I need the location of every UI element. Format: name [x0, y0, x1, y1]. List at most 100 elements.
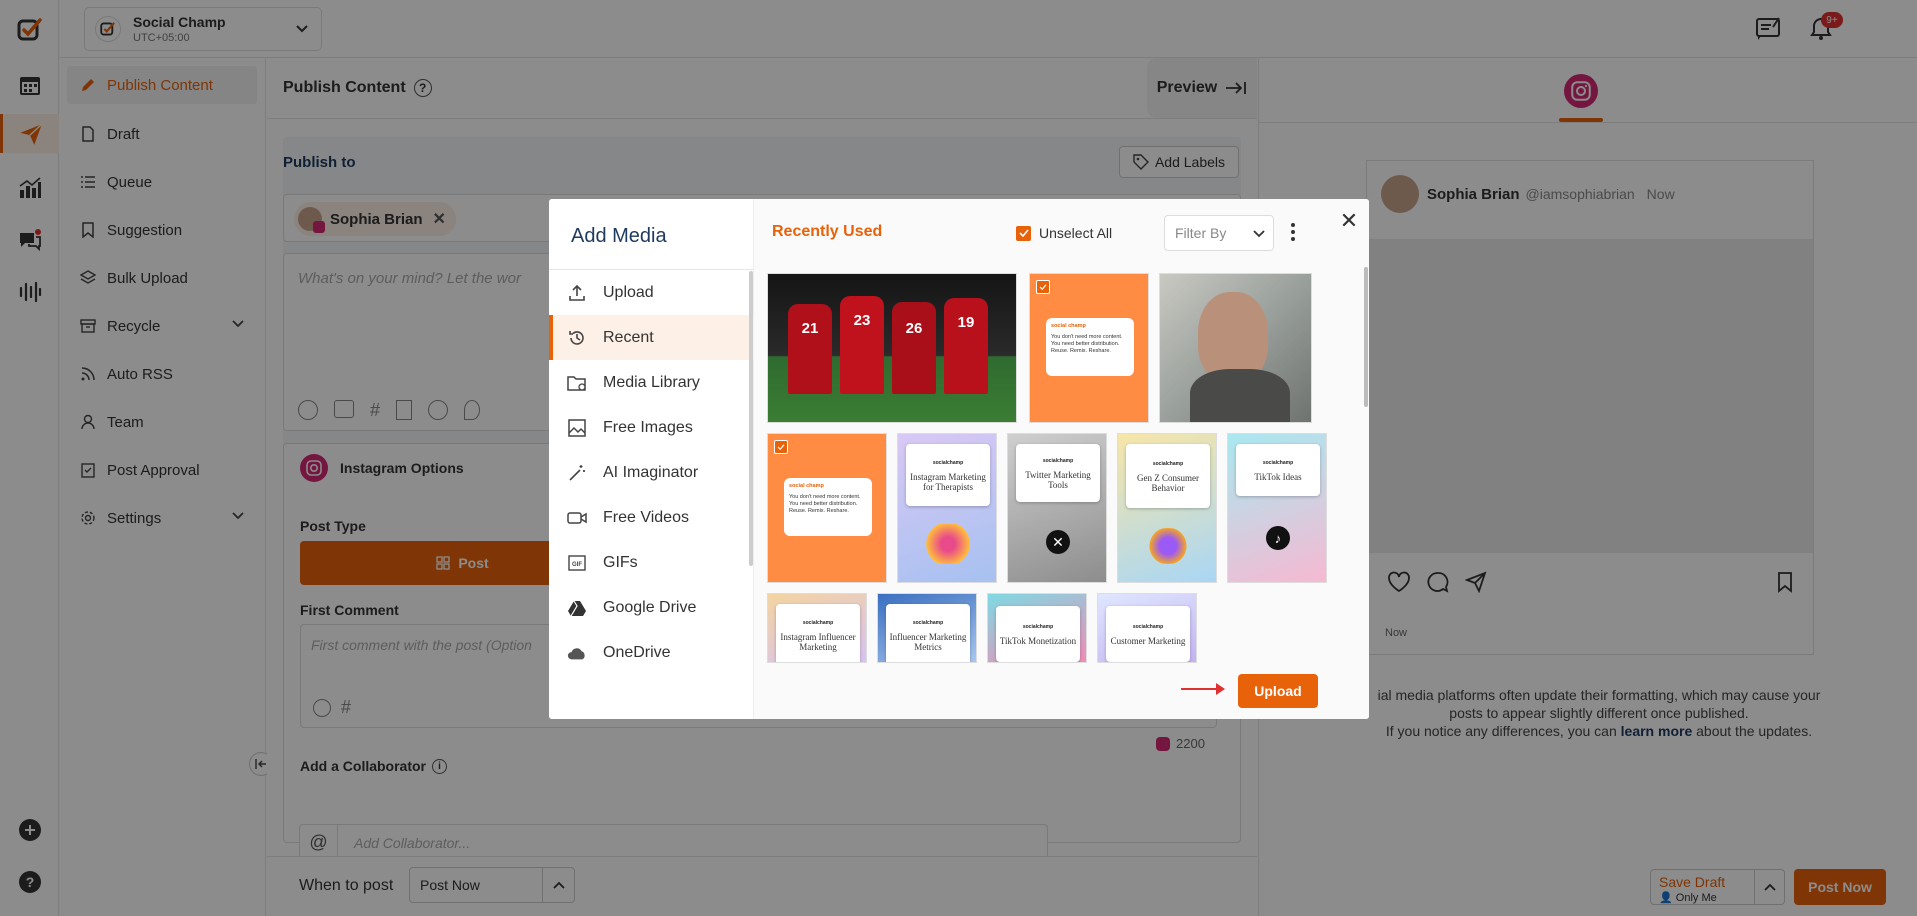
upload-icon: [567, 283, 587, 303]
quote-text: You don't need more content. You need be…: [789, 494, 861, 507]
quote-text: You don't need more content. You need be…: [1051, 334, 1123, 347]
menu-label: Google Drive: [603, 598, 697, 616]
checkbox-checked-icon: [1016, 225, 1031, 241]
topic-card: socialchamp Customer Marketing: [1106, 606, 1190, 662]
menu-gifs[interactable]: GIF GIFs: [549, 540, 754, 585]
player-number: 19: [944, 298, 988, 394]
x-logo-icon: ✕: [1046, 530, 1070, 554]
card-brand: socialchamp: [1022, 624, 1054, 630]
topic-card: socialchamp TikTok Ideas: [1236, 444, 1320, 496]
media-thumbnail[interactable]: socialchamp TikTok Ideas ♪: [1227, 433, 1327, 583]
menu-label: Media Library: [603, 373, 700, 391]
gif-icon: GIF: [567, 553, 587, 573]
unselect-all-label: Unselect All: [1039, 225, 1113, 241]
filter-placeholder: Filter By: [1175, 225, 1227, 241]
topic-card-title: Gen Z Consumer Behavior: [1137, 473, 1199, 493]
topic-card: socialchamp Twitter Marketing Tools: [1016, 444, 1100, 502]
image-icon: [567, 418, 587, 438]
media-source-menu: Add Media Upload Recent Media Library Fr…: [549, 199, 754, 719]
quote-card: social champ You don't need more content…: [784, 478, 872, 536]
topic-card: socialchamp Influencer Marketing Metrics: [886, 604, 970, 662]
illustration: [918, 524, 978, 564]
quote-brand: social champ: [1051, 323, 1086, 329]
folder-icon: [567, 373, 587, 393]
menu-free-images[interactable]: Free Images: [549, 405, 754, 450]
video-icon: [567, 508, 587, 528]
media-thumbnail-selected[interactable]: social champ You don't need more content…: [767, 433, 887, 583]
illustration: [1140, 528, 1196, 564]
quote-card: social champ You don't need more content…: [1046, 318, 1134, 376]
menu-onedrive[interactable]: OneDrive: [549, 630, 754, 675]
topic-card-title: Influencer Marketing Metrics: [889, 632, 967, 652]
menu-label: Recent: [603, 328, 654, 346]
topic-card-title: TikTok Ideas: [1254, 472, 1302, 482]
filter-by-select[interactable]: Filter By: [1164, 215, 1274, 251]
media-thumbnail[interactable]: [1159, 273, 1312, 423]
card-brand: socialchamp: [802, 620, 834, 626]
card-brand: socialchamp: [1262, 460, 1294, 466]
menu-ai-imaginator[interactable]: AI Imaginator: [549, 450, 754, 495]
media-thumbnail[interactable]: socialchamp Instagram Influencer Marketin…: [767, 593, 867, 663]
menu-label: Upload: [603, 283, 654, 301]
topic-card: socialchamp TikTok Monetization: [996, 606, 1080, 662]
player-number: 26: [892, 302, 936, 394]
menu-label: AI Imaginator: [603, 463, 699, 481]
menu-google-drive[interactable]: Google Drive: [549, 585, 754, 630]
card-brand: socialchamp: [1152, 461, 1184, 467]
media-thumbnail[interactable]: socialchamp Customer Marketing: [1097, 593, 1197, 663]
player-number: 21: [788, 304, 832, 394]
topic-card-title: Twitter Marketing Tools: [1025, 470, 1091, 490]
card-brand: socialchamp: [1132, 624, 1164, 630]
quote-footer: Reuse. Remix. Reshare.: [1051, 348, 1111, 354]
section-title: Recently Used: [772, 223, 883, 240]
checkbox-checked-icon: [774, 440, 788, 454]
checkbox-checked-icon: [1036, 280, 1050, 294]
more-options-icon[interactable]: [1290, 223, 1296, 241]
unselect-all-checkbox[interactable]: Unselect All: [1016, 225, 1112, 241]
menu-upload[interactable]: Upload: [549, 270, 754, 315]
menu-label: GIFs: [603, 553, 638, 571]
topic-card: socialchamp Instagram Influencer Marketin…: [776, 604, 860, 662]
upload-button[interactable]: Upload: [1238, 674, 1318, 708]
menu-free-videos[interactable]: Free Videos: [549, 495, 754, 540]
magic-wand-icon: [567, 463, 587, 483]
topic-card-title: Instagram Influencer Marketing: [780, 632, 856, 652]
svg-text:GIF: GIF: [572, 562, 582, 568]
media-thumbnail-selected[interactable]: social champ You don't need more content…: [1029, 273, 1149, 423]
chevron-down-icon: [1253, 230, 1265, 238]
media-thumbnail[interactable]: 21 23 26 19: [767, 273, 1017, 423]
menu-scrollbar[interactable]: [749, 271, 753, 566]
media-thumbnail[interactable]: socialchamp Gen Z Consumer Behavior: [1117, 433, 1217, 583]
card-brand: socialchamp: [1042, 458, 1074, 464]
topic-card-title: TikTok Monetization: [999, 636, 1077, 646]
quote-brand: social champ: [789, 483, 824, 489]
player-number: 23: [840, 296, 884, 394]
arrow-right-icon: [1181, 683, 1225, 695]
topic-card-title: Customer Marketing: [1110, 636, 1186, 646]
media-thumbnail[interactable]: socialchamp Twitter Marketing Tools ✕: [1007, 433, 1107, 583]
grid-scrollbar[interactable]: [1364, 267, 1368, 407]
media-thumbnail[interactable]: socialchamp Instagram Marketing for Thera…: [897, 433, 997, 583]
modal-title: Add Media: [571, 225, 667, 247]
add-media-modal: Add Media Upload Recent Media Library Fr…: [549, 199, 1369, 719]
history-icon: [567, 328, 587, 348]
media-grid-panel: Recently Used Unselect All Filter By ✕ 2…: [754, 199, 1369, 719]
menu-label: Free Videos: [603, 508, 689, 526]
card-brand: socialchamp: [932, 460, 964, 466]
menu-recent[interactable]: Recent: [549, 315, 754, 360]
topic-card: socialchamp Gen Z Consumer Behavior: [1126, 444, 1210, 508]
media-thumbnail[interactable]: socialchamp Influencer Marketing Metrics: [877, 593, 977, 663]
menu-label: OneDrive: [603, 643, 671, 661]
photo-person-body: [1190, 369, 1290, 422]
google-drive-icon: [567, 598, 587, 618]
topic-card: socialchamp Instagram Marketing for Thera…: [906, 444, 990, 506]
media-thumbnail[interactable]: socialchamp TikTok Monetization: [987, 593, 1087, 663]
close-icon[interactable]: ✕: [1337, 208, 1361, 233]
card-brand: socialchamp: [912, 620, 944, 626]
quote-footer: Reuse. Remix. Reshare.: [789, 508, 849, 514]
tiktok-logo-icon: ♪: [1266, 526, 1290, 550]
menu-label: Free Images: [603, 418, 693, 436]
onedrive-icon: [567, 643, 587, 663]
topic-card-title: Instagram Marketing for Therapists: [910, 472, 986, 492]
menu-media-library[interactable]: Media Library: [549, 360, 754, 405]
